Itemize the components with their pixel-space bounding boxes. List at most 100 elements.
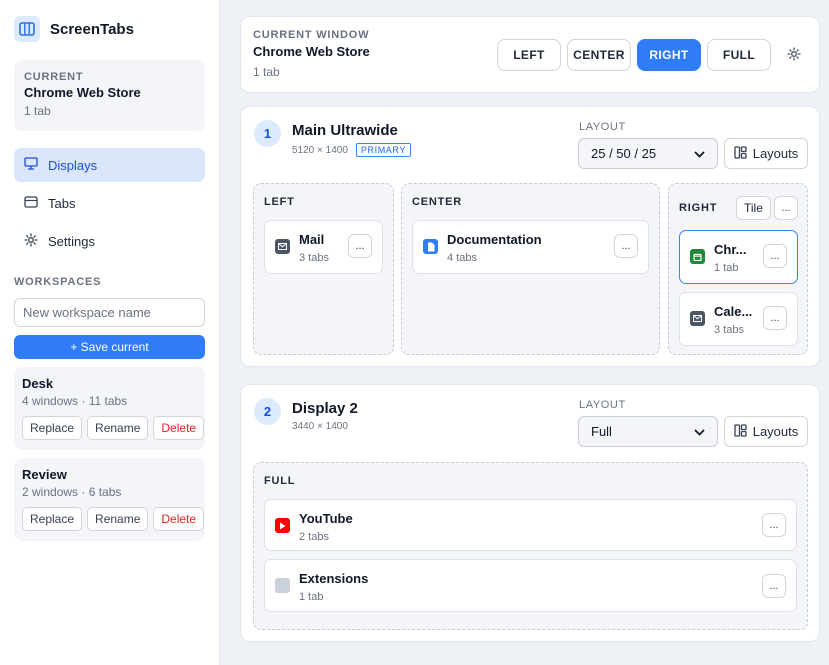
sidebar-item-displays[interactable]: Displays	[14, 148, 205, 182]
more-options-button[interactable]: ...	[614, 234, 638, 258]
position-right-button[interactable]: RIGHT	[637, 39, 701, 71]
layouts-button-label: Layouts	[752, 146, 799, 161]
store-icon	[690, 249, 705, 264]
layout-select[interactable]: Full	[578, 416, 718, 447]
layout-label: LAYOUT	[579, 399, 626, 411]
current-window-tab-count: 1 tab	[24, 104, 51, 118]
window-name: YouTube	[299, 511, 353, 526]
workspace-meta: 2 windows · 6 tabs	[22, 485, 122, 499]
rename-workspace-button[interactable]: Rename	[87, 507, 149, 531]
current-window-panel: CURRENT WINDOW Chrome Web Store 1 tab LE…	[240, 16, 820, 93]
window-tab-count: 1 tab	[714, 262, 739, 274]
window-card[interactable]: Mail 3 tabs ...	[264, 220, 383, 274]
sidebar-item-settings[interactable]: Settings	[14, 224, 205, 258]
gear-icon[interactable]	[787, 47, 801, 64]
chevron-down-icon	[694, 146, 705, 161]
primary-badge: PRIMARY	[355, 143, 411, 157]
gear-icon	[24, 232, 38, 250]
window-icon	[24, 195, 38, 211]
display-resolution: 5120 × 1400	[292, 144, 348, 156]
zone-center: CENTER Documentation 4 tabs ...	[401, 183, 660, 355]
replace-workspace-button[interactable]: Replace	[22, 507, 83, 531]
current-eyebrow: CURRENT	[24, 71, 84, 83]
columns-icon	[14, 16, 40, 42]
layout-select-value: Full	[591, 424, 612, 439]
more-options-button[interactable]: ...	[762, 574, 786, 598]
app-name: ScreenTabs	[50, 20, 134, 38]
window-name: Chr...	[714, 242, 747, 257]
replace-workspace-button[interactable]: Replace	[22, 416, 83, 440]
more-options-button[interactable]: ...	[763, 244, 787, 268]
workspace-card: Review 2 windows · 6 tabs Replace Rename…	[14, 458, 205, 541]
delete-workspace-button[interactable]: Delete	[153, 416, 205, 440]
window-tab-count: 3 tabs	[299, 252, 329, 264]
window-tab-count: 3 tabs	[714, 324, 744, 336]
position-full-button[interactable]: FULL	[707, 39, 771, 71]
window-card[interactable]: Cale... 3 tabs ...	[679, 292, 798, 346]
document-icon	[423, 239, 438, 254]
tile-button[interactable]: Tile	[736, 196, 771, 220]
position-left-button[interactable]: LEFT	[497, 39, 561, 71]
sidebar-item-label: Displays	[48, 157, 98, 173]
rename-workspace-button[interactable]: Rename	[87, 416, 149, 440]
more-options-button[interactable]: ...	[348, 234, 372, 258]
zone-full: FULL YouTube 2 tabs ... Extensions 1 tab…	[253, 462, 808, 630]
layout-grid-icon	[734, 423, 747, 440]
current-window-summary: CURRENT Chrome Web Store 1 tab	[14, 60, 205, 131]
window-tab-count: 1 tab	[299, 591, 324, 603]
monitor-icon	[24, 157, 38, 173]
current-window-title: Chrome Web Store	[24, 85, 141, 100]
more-options-button[interactable]: ...	[762, 513, 786, 537]
layout-grid-icon	[734, 145, 747, 162]
window-card[interactable]: Extensions 1 tab ...	[264, 559, 797, 612]
brand: ScreenTabs	[14, 16, 134, 42]
display-name: Display 2	[292, 400, 358, 417]
window-name: Documentation	[447, 232, 542, 247]
mail-icon	[690, 311, 705, 326]
window-name: Cale...	[714, 304, 753, 319]
position-button-group: LEFT CENTER RIGHT FULL	[497, 39, 771, 71]
mail-icon	[275, 239, 290, 254]
layouts-button[interactable]: Layouts	[724, 138, 808, 169]
new-workspace-input[interactable]	[14, 298, 205, 327]
zone-more-button[interactable]: ...	[774, 196, 798, 220]
sidebar-item-tabs[interactable]: Tabs	[14, 186, 205, 220]
window-card[interactable]: YouTube 2 tabs ...	[264, 499, 797, 551]
save-current-button[interactable]: + Save current	[14, 335, 205, 359]
zone-left: LEFT Mail 3 tabs ...	[253, 183, 394, 355]
layouts-button[interactable]: Layouts	[724, 416, 808, 447]
window-tab-count: 2 tabs	[299, 531, 329, 543]
zone-right: RIGHT Tile ... Chr... 1 tab ... Cale... …	[668, 183, 808, 355]
layout-label: LAYOUT	[579, 121, 626, 133]
layouts-button-label: Layouts	[752, 424, 799, 439]
layout-select[interactable]: 25 / 50 / 25	[578, 138, 718, 169]
zone-label: CENTER	[412, 196, 463, 208]
display-number: 2	[254, 398, 281, 425]
window-card-selected[interactable]: Chr... 1 tab ...	[679, 230, 798, 284]
window-tab-count: 4 tabs	[447, 252, 477, 264]
display-resolution-row: 5120 × 1400 PRIMARY	[292, 143, 411, 157]
chevron-down-icon	[694, 424, 705, 439]
display-resolution: 3440 × 1400	[292, 421, 348, 432]
workspace-card: Desk 4 windows · 11 tabs Replace Rename …	[14, 367, 205, 450]
sidebar-item-label: Settings	[48, 233, 95, 249]
sidebar-nav: Displays Tabs Settings	[14, 148, 205, 262]
zone-label: RIGHT	[679, 202, 718, 214]
position-center-button[interactable]: CENTER	[567, 39, 631, 71]
workspace-name: Review	[22, 467, 67, 482]
display-name: Main Ultrawide	[292, 122, 398, 139]
window-name: Extensions	[299, 571, 369, 586]
display-panel-2: 2 Display 2 3440 × 1400 LAYOUT Full Layo…	[240, 384, 820, 642]
window-card[interactable]: Documentation 4 tabs ...	[412, 220, 649, 274]
zone-label: LEFT	[264, 196, 295, 208]
layout-select-value: 25 / 50 / 25	[591, 146, 657, 161]
sidebar: ScreenTabs CURRENT Chrome Web Store 1 ta…	[0, 0, 220, 665]
puzzle-icon	[275, 578, 290, 593]
more-options-button[interactable]: ...	[763, 306, 787, 330]
display-panel-1: 1 Main Ultrawide 5120 × 1400 PRIMARY LAY…	[240, 106, 820, 367]
youtube-icon	[275, 518, 290, 533]
delete-workspace-button[interactable]: Delete	[153, 507, 205, 531]
workspaces-heading: WORKSPACES	[14, 276, 102, 288]
display-resolution-row: 3440 × 1400	[292, 421, 348, 432]
zone-label: FULL	[264, 475, 296, 487]
